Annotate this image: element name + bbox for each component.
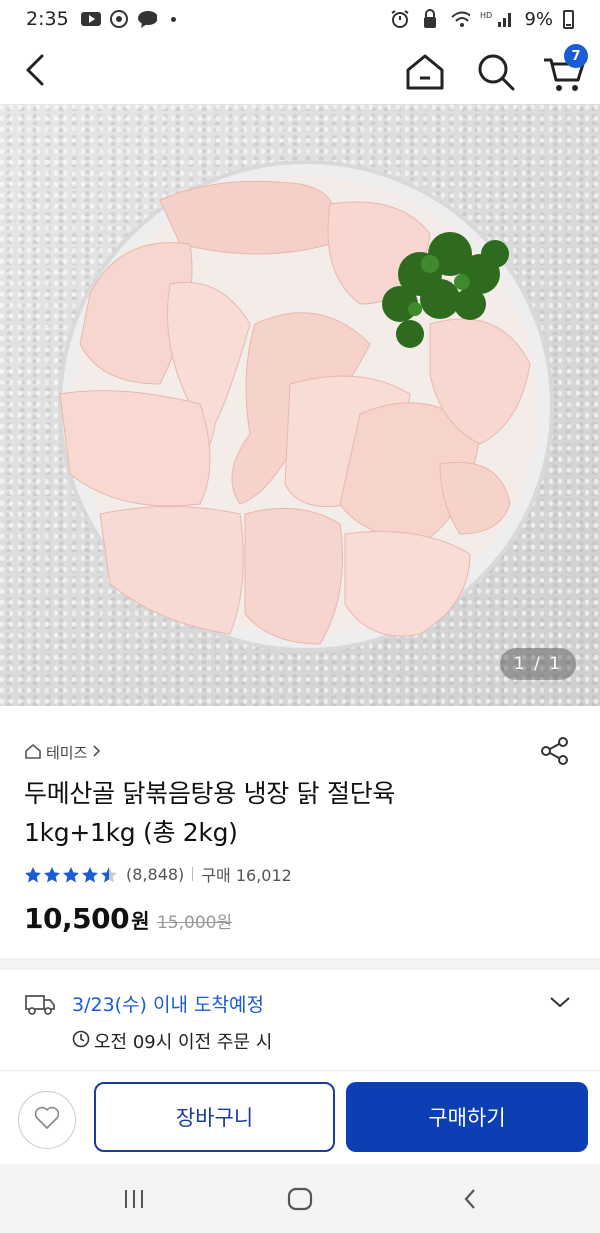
youtube-icon <box>80 9 101 29</box>
signal-icon: HD <box>480 9 514 29</box>
home-outline-icon <box>24 743 42 763</box>
image-pager: 1 / 1 <box>500 648 576 680</box>
battery-icon <box>563 9 574 29</box>
order-cutoff: 오전 09시 이전 주문 시 <box>72 1028 272 1054</box>
more-notifications-icon <box>170 16 176 22</box>
product-title-line2: 1kg+1kg (총 2kg) <box>24 818 238 847</box>
star-rating <box>24 866 118 883</box>
purchase-count: 구매 16,012 <box>201 866 292 885</box>
chevron-down-icon[interactable] <box>548 990 572 1014</box>
sale-price: 10,500 원 <box>24 902 149 935</box>
product-title: 두메산골 닭볶음탕용 냉장 닭 절단육 1kg+1kg (총 2kg) <box>24 774 544 852</box>
share-icon[interactable] <box>540 736 570 766</box>
chat-icon <box>137 9 157 29</box>
delivery-date: 3/23(수) 이내 도착예정 <box>72 994 264 1016</box>
cart-icon[interactable]: 7 <box>540 44 588 96</box>
clock-icon <box>72 1030 90 1053</box>
recent-apps-icon[interactable] <box>114 1182 154 1216</box>
product-image[interactable]: 1 / 1 <box>0 104 600 706</box>
vpn-icon <box>420 9 440 29</box>
app-bar: 7 <box>0 38 600 104</box>
rating-row[interactable]: (8,848) 구매 16,012 <box>24 862 292 886</box>
divider <box>192 867 194 881</box>
wifi-icon <box>450 9 471 29</box>
home-icon[interactable] <box>403 50 447 94</box>
chevron-right-icon <box>91 744 101 762</box>
system-nav-bar <box>0 1164 600 1233</box>
breadcrumb[interactable]: 테미즈 <box>24 742 101 763</box>
wishlist-button[interactable] <box>18 1091 76 1149</box>
star-icon <box>63 866 79 882</box>
status-time: 2:35 <box>26 8 69 30</box>
section-divider <box>0 958 600 970</box>
star-icon <box>25 866 41 882</box>
star-icon <box>82 866 98 882</box>
half-star-icon <box>101 866 117 882</box>
order-cutoff-text: 오전 09시 이전 주문 시 <box>94 1032 273 1053</box>
home-button-icon[interactable] <box>280 1182 320 1216</box>
buy-now-button[interactable]: 구매하기 <box>346 1082 588 1152</box>
original-price: 15,000원 <box>156 913 233 933</box>
sale-price-value: 10,500 <box>24 902 130 935</box>
review-count[interactable]: (8,848) <box>126 865 184 884</box>
battery-percent: 9% <box>524 8 553 30</box>
podcast-icon <box>109 9 129 29</box>
search-icon[interactable] <box>474 50 518 94</box>
chicken-plate-illustration <box>58 160 554 652</box>
brand-link[interactable]: 테미즈 <box>46 742 87 763</box>
add-to-cart-button[interactable]: 장바구니 <box>94 1082 335 1152</box>
heart-icon <box>34 1106 60 1134</box>
status-bar: 2:35 HD 9% <box>0 0 600 38</box>
delivery-info[interactable]: 3/23(수) 이내 도착예정 오전 09시 이전 주문 시 <box>0 970 600 1070</box>
product-info: 테미즈 두메산골 닭볶음탕용 냉장 닭 절단육 1kg+1kg (총 2kg) … <box>0 706 600 958</box>
cart-count-badge: 7 <box>564 44 588 68</box>
back-arrow-icon[interactable] <box>16 50 56 90</box>
bottom-action-bar: 장바구니 구매하기 <box>0 1070 600 1164</box>
price-row: 10,500 원 15,000원 <box>24 902 232 935</box>
star-icon <box>44 866 60 882</box>
back-button-icon[interactable] <box>450 1182 490 1216</box>
product-title-line1: 두메산골 닭볶음탕용 냉장 닭 절단육 <box>24 779 396 808</box>
alarm-icon <box>390 9 410 29</box>
svg-text:HD: HD <box>480 11 492 20</box>
truck-icon <box>24 992 56 1016</box>
currency-unit: 원 <box>131 909 149 933</box>
